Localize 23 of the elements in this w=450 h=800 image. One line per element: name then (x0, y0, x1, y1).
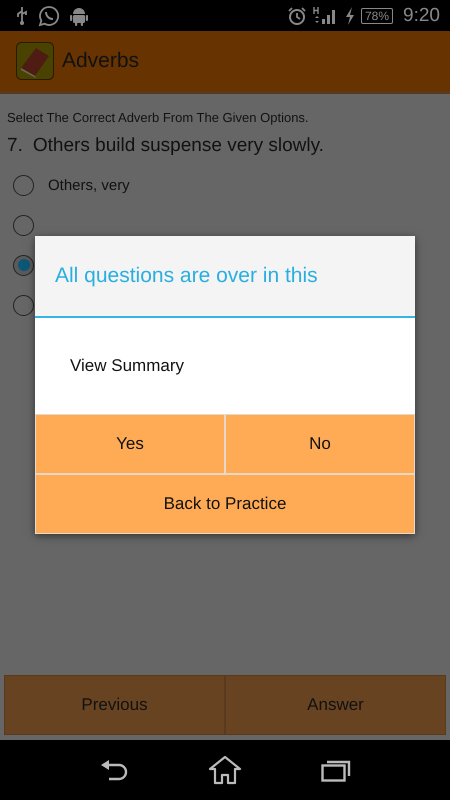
question-text: Others build suspense very slowly. (32, 135, 324, 157)
charging-icon (344, 6, 355, 24)
home-icon[interactable] (208, 755, 242, 785)
back-icon[interactable] (99, 758, 130, 782)
dialog-button[interactable]: Yes (35, 414, 225, 474)
dialog-button[interactable]: No (225, 414, 415, 474)
radio-button[interactable] (13, 214, 34, 236)
book-icon (16, 42, 54, 80)
android-icon (70, 6, 88, 26)
chat-bubble-icon (38, 4, 60, 26)
dialog-title: All questions are over in this (55, 264, 318, 288)
dialog-message: View Summary (70, 356, 184, 376)
usb-icon (16, 6, 28, 26)
battery-indicator: 78% (360, 8, 394, 24)
status-time: 9:20 (403, 4, 440, 26)
radio-button[interactable] (13, 174, 34, 196)
app-title: Adverbs (62, 49, 140, 73)
radio-button[interactable] (13, 294, 34, 316)
instruction-text: Select The Correct Adverb From The Given Options. (6, 109, 310, 125)
radio-button[interactable] (13, 254, 34, 276)
dialog-button[interactable]: Back to Practice (35, 474, 415, 534)
alarm-clock-icon (286, 6, 307, 26)
question-number: 7. (7, 135, 23, 157)
